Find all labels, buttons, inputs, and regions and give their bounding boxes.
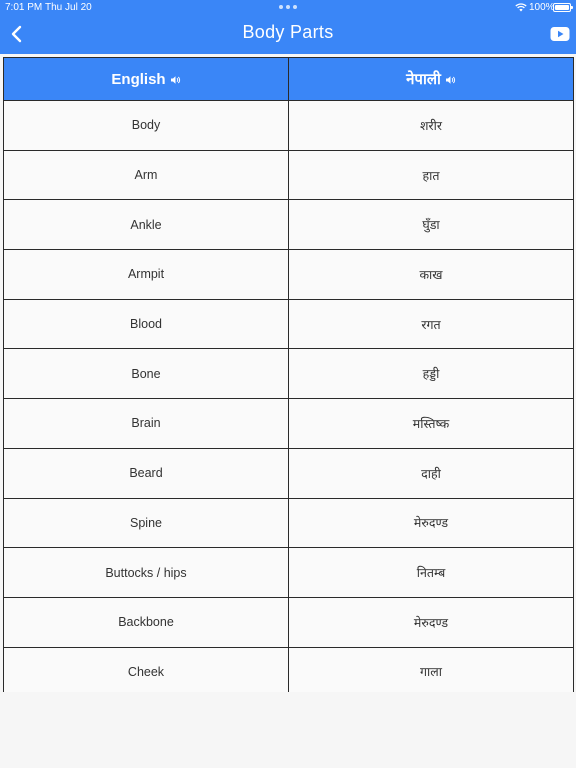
nepali-word-cell[interactable]: काख [288, 249, 574, 300]
nepali-word-cell[interactable]: मेरुदण्ड [288, 596, 574, 648]
english-column-header[interactable]: English [3, 57, 289, 101]
nepali-word-cell[interactable]: मेरुदण्ड [288, 497, 574, 549]
table-row[interactable]: Arm हात [3, 149, 574, 201]
page-title: Body Parts [242, 22, 334, 42]
status-date: Thu Jul 20 [45, 2, 92, 13]
table-row[interactable]: Backbone मेरुदण्ड [3, 596, 574, 648]
english-word-cell[interactable]: Spine [3, 497, 289, 549]
nepali-word-cell[interactable]: हात [288, 149, 574, 201]
nepali-word-cell[interactable]: हड्डी [288, 348, 574, 400]
table-row[interactable]: Bone हड्डी [3, 348, 574, 400]
wifi-icon [515, 3, 527, 12]
navigation-bar: 7:01 PM Thu Jul 20 100% Body Parts [0, 0, 576, 54]
english-word-cell[interactable]: Bone [3, 348, 289, 400]
english-word-cell[interactable]: Buttocks / hips [3, 547, 289, 598]
table-row[interactable]: Cheek गाला [3, 646, 574, 692]
table-row[interactable]: Blood रगत [3, 298, 574, 350]
table-row[interactable]: Body शरीर [3, 100, 574, 151]
nepali-word-cell[interactable]: नितम्ब [288, 547, 574, 598]
vocabulary-table[interactable]: English नेपाली Body शरीर Arm हात Ankle घ… [3, 57, 574, 692]
status-bar: 7:01 PM Thu Jul 20 100% [0, 0, 576, 16]
status-time: 7:01 PM [5, 2, 43, 13]
nepali-word-cell[interactable]: दाही [288, 447, 574, 499]
multitasking-dots-icon[interactable] [279, 5, 297, 9]
battery-percent: 100% [529, 2, 555, 13]
english-word-cell[interactable]: Backbone [3, 596, 289, 648]
english-word-cell[interactable]: Ankle [3, 199, 289, 251]
table-row[interactable]: Brain मस्तिष्क [3, 398, 574, 449]
speaker-icon[interactable] [445, 75, 456, 85]
english-word-cell[interactable]: Armpit [3, 249, 289, 300]
english-word-cell[interactable]: Beard [3, 447, 289, 499]
english-header-label: English [111, 70, 166, 88]
speaker-icon[interactable] [170, 75, 181, 85]
nepali-word-cell[interactable]: घुँडा [288, 199, 574, 251]
nepali-word-cell[interactable]: मस्तिष्क [288, 398, 574, 449]
nepali-header-label: नेपाली [406, 71, 441, 88]
battery-icon [553, 3, 573, 12]
english-word-cell[interactable]: Blood [3, 298, 289, 350]
youtube-play-icon[interactable] [550, 26, 570, 42]
table-header-row: English नेपाली [3, 57, 574, 101]
nepali-word-cell[interactable]: गाला [288, 646, 574, 692]
english-word-cell[interactable]: Body [3, 100, 289, 151]
nepali-word-cell[interactable]: शरीर [288, 100, 574, 151]
english-word-cell[interactable]: Arm [3, 149, 289, 201]
english-word-cell[interactable]: Cheek [3, 646, 289, 692]
nepali-word-cell[interactable]: रगत [288, 298, 574, 350]
nepali-column-header[interactable]: नेपाली [288, 57, 574, 101]
table-row[interactable]: Armpit काख [3, 249, 574, 300]
table-row[interactable]: Ankle घुँडा [3, 199, 574, 251]
table-row[interactable]: Spine मेरुदण्ड [3, 497, 574, 549]
table-row[interactable]: Buttocks / hips नितम्ब [3, 547, 574, 598]
english-word-cell[interactable]: Brain [3, 398, 289, 449]
table-row[interactable]: Beard दाही [3, 447, 574, 499]
